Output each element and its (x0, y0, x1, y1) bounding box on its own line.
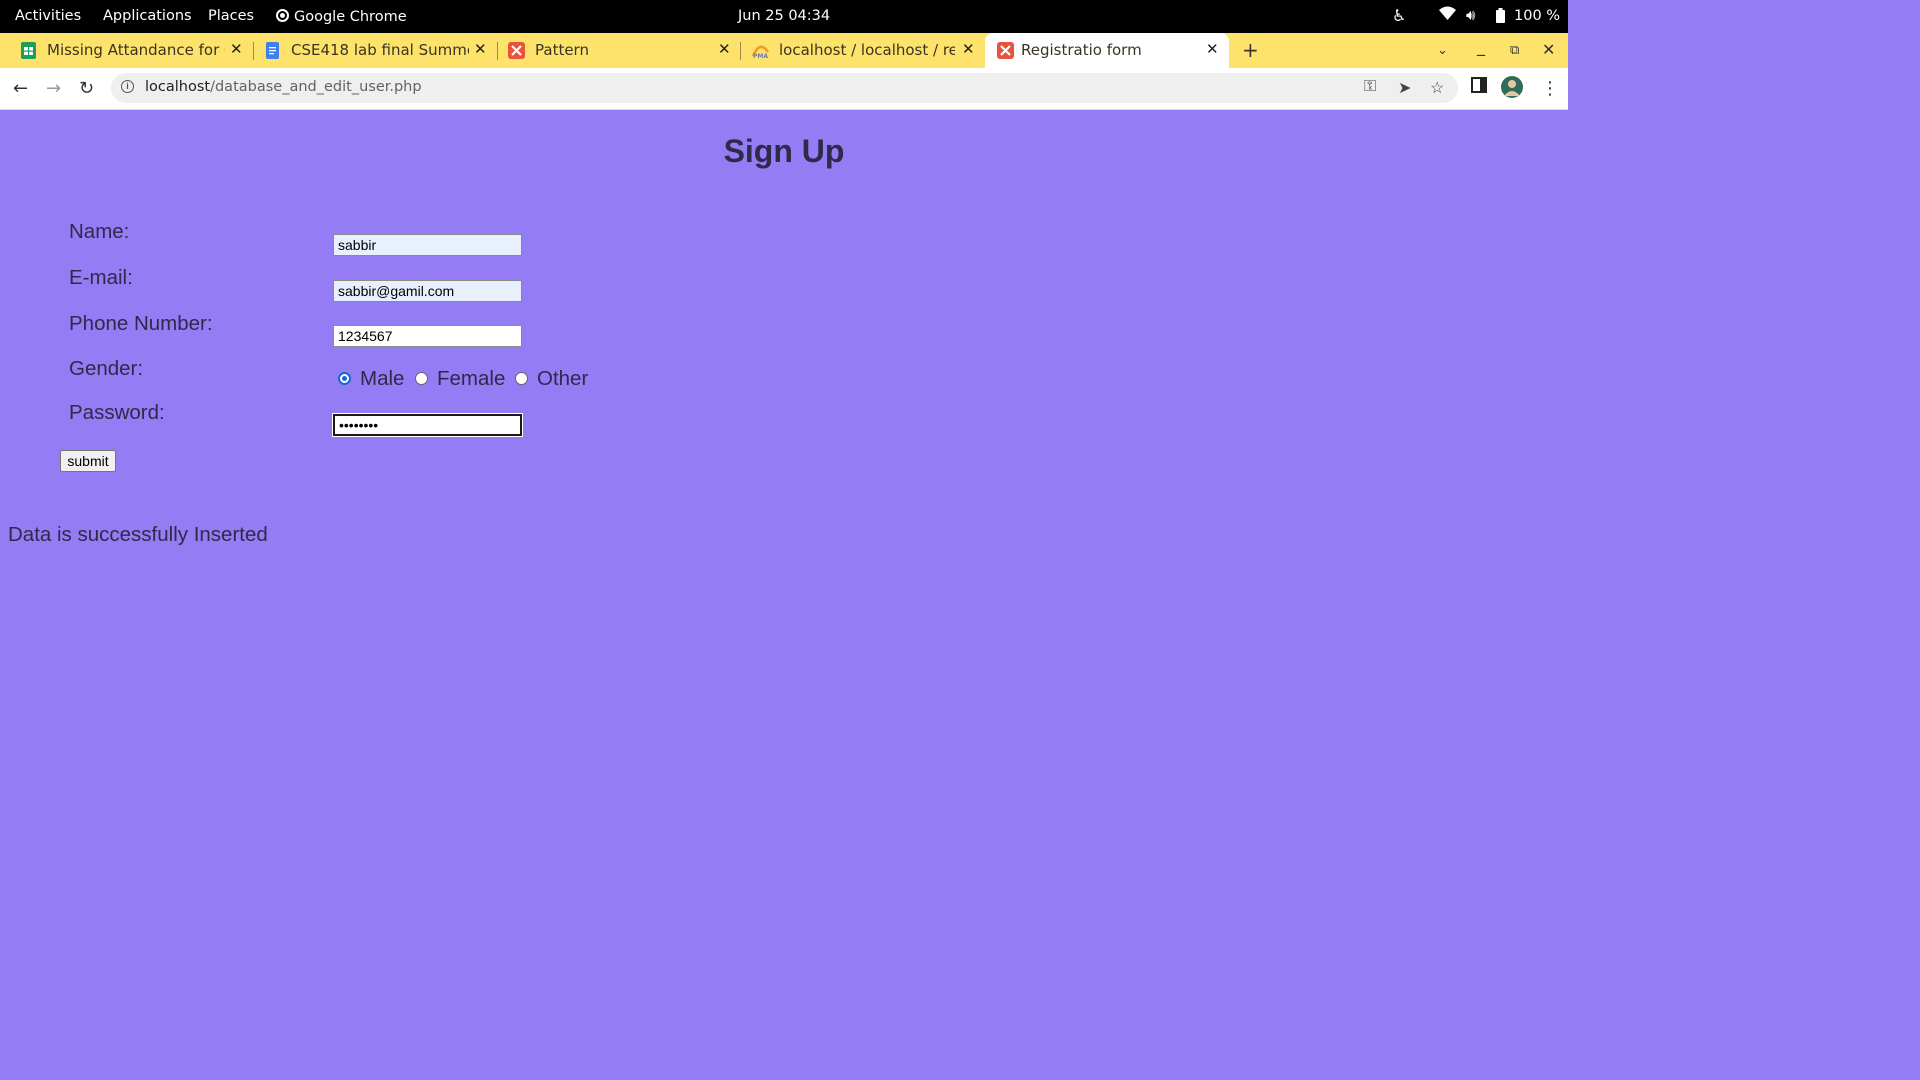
gender-label: Gender: (69, 357, 144, 380)
tab-divider (253, 42, 254, 60)
email-label: E-mail: (69, 266, 133, 289)
page-title: Sign Up (723, 133, 845, 169)
tab-pattern[interactable]: Pattern ✕ (508, 33, 733, 68)
wifi-icon[interactable] (1439, 6, 1456, 24)
send-icon[interactable]: ➤ (1398, 78, 1411, 98)
gender-option-female: Female (437, 367, 506, 390)
tab-title: Registratio form (1021, 41, 1142, 59)
activities-button[interactable]: Activities (15, 8, 81, 24)
places-menu[interactable]: Places (208, 8, 254, 24)
minimize-window-icon[interactable]: _ (1477, 37, 1485, 56)
url-text[interactable]: localhost/database_and_edit_user.php (145, 79, 422, 95)
back-arrow-icon[interactable]: ← (13, 78, 28, 99)
tab-phpmyadmin[interactable]: PMA localhost / localhost / regf ✕ (751, 33, 977, 68)
tab-title: Missing Attandance for CS (47, 41, 225, 59)
phone-label: Phone Number: (69, 312, 213, 335)
phpmyadmin-icon: PMA (751, 42, 770, 60)
tab-title: Pattern (535, 41, 589, 59)
browser-toolbar: ← → ↻ i localhost/database_and_edit_user… (0, 68, 1568, 110)
svg-text:PMA: PMA (753, 53, 768, 59)
battery-icon[interactable] (1496, 8, 1505, 27)
close-tab-icon[interactable]: ✕ (230, 40, 243, 58)
side-panel-icon[interactable] (1471, 77, 1487, 98)
tab-title: CSE418 lab final Summer- (291, 41, 469, 59)
gender-radio-male[interactable] (338, 372, 351, 385)
password-key-icon[interactable]: ⚿ (1364, 78, 1376, 96)
tab-search-chevron-icon[interactable]: ⌄ (1437, 43, 1448, 58)
restore-window-icon[interactable]: ⧉ (1510, 43, 1519, 58)
name-label: Name: (69, 220, 130, 243)
tab-divider (497, 42, 498, 60)
battery-level: 100 % (1514, 8, 1561, 24)
close-window-icon[interactable]: ✕ (1542, 40, 1555, 59)
bookmark-star-icon[interactable]: ☆ (1430, 78, 1444, 98)
system-top-bar: Activities Applications Places Google Ch… (0, 0, 1568, 33)
clock[interactable]: Jun 25 04:34 (738, 8, 830, 24)
volume-icon[interactable]: 🔊︎ (1466, 6, 1475, 24)
gender-radio-female[interactable] (415, 372, 428, 385)
submit-button[interactable]: submit (60, 450, 116, 472)
success-message: Data is successfully Inserted (8, 523, 268, 546)
sheets-icon (20, 42, 37, 59)
close-tab-icon[interactable]: ✕ (962, 40, 975, 58)
site-info-icon[interactable]: i (121, 80, 134, 93)
close-tab-icon[interactable]: ✕ (718, 40, 731, 58)
new-tab-button[interactable]: + (1242, 38, 1259, 62)
gender-radio-other[interactable] (515, 372, 528, 385)
app-menu[interactable]: Google Chrome (276, 8, 407, 25)
close-tab-icon[interactable]: ✕ (474, 40, 487, 58)
password-input[interactable] (332, 413, 523, 437)
name-input[interactable] (333, 234, 522, 256)
tab-registration-form[interactable]: Registratio form ✕ (985, 33, 1229, 68)
accessibility-icon[interactable]: ♿ (1392, 6, 1406, 25)
email-input[interactable] (333, 280, 522, 302)
tab-cse418-lab-final[interactable]: CSE418 lab final Summer- ✕ (264, 33, 494, 68)
phone-input[interactable] (333, 325, 522, 347)
chrome-icon (276, 9, 289, 22)
gender-option-other: Other (537, 367, 589, 390)
url-host: localhost (145, 79, 211, 95)
close-tab-icon[interactable]: ✕ (1206, 40, 1219, 58)
tab-title: localhost / localhost / regf (779, 41, 955, 59)
profile-avatar[interactable] (1501, 76, 1523, 103)
xampp-icon (508, 42, 525, 59)
url-path: /database_and_edit_user.php (210, 79, 422, 95)
tab-divider (740, 42, 741, 60)
reload-icon[interactable]: ↻ (79, 78, 94, 99)
xampp-icon (997, 42, 1014, 59)
forward-arrow-icon[interactable]: → (46, 78, 61, 99)
tab-missing-attendance[interactable]: Missing Attandance for CS ✕ (20, 33, 250, 68)
gender-option-male: Male (360, 367, 405, 390)
app-name: Google Chrome (294, 9, 407, 25)
password-label: Password: (69, 401, 165, 424)
docs-icon (264, 42, 281, 59)
kebab-menu-icon[interactable]: ⋮ (1541, 78, 1559, 99)
applications-menu[interactable]: Applications (103, 8, 192, 24)
address-bar[interactable]: i localhost/database_and_edit_user.php ⚿… (111, 73, 1458, 103)
